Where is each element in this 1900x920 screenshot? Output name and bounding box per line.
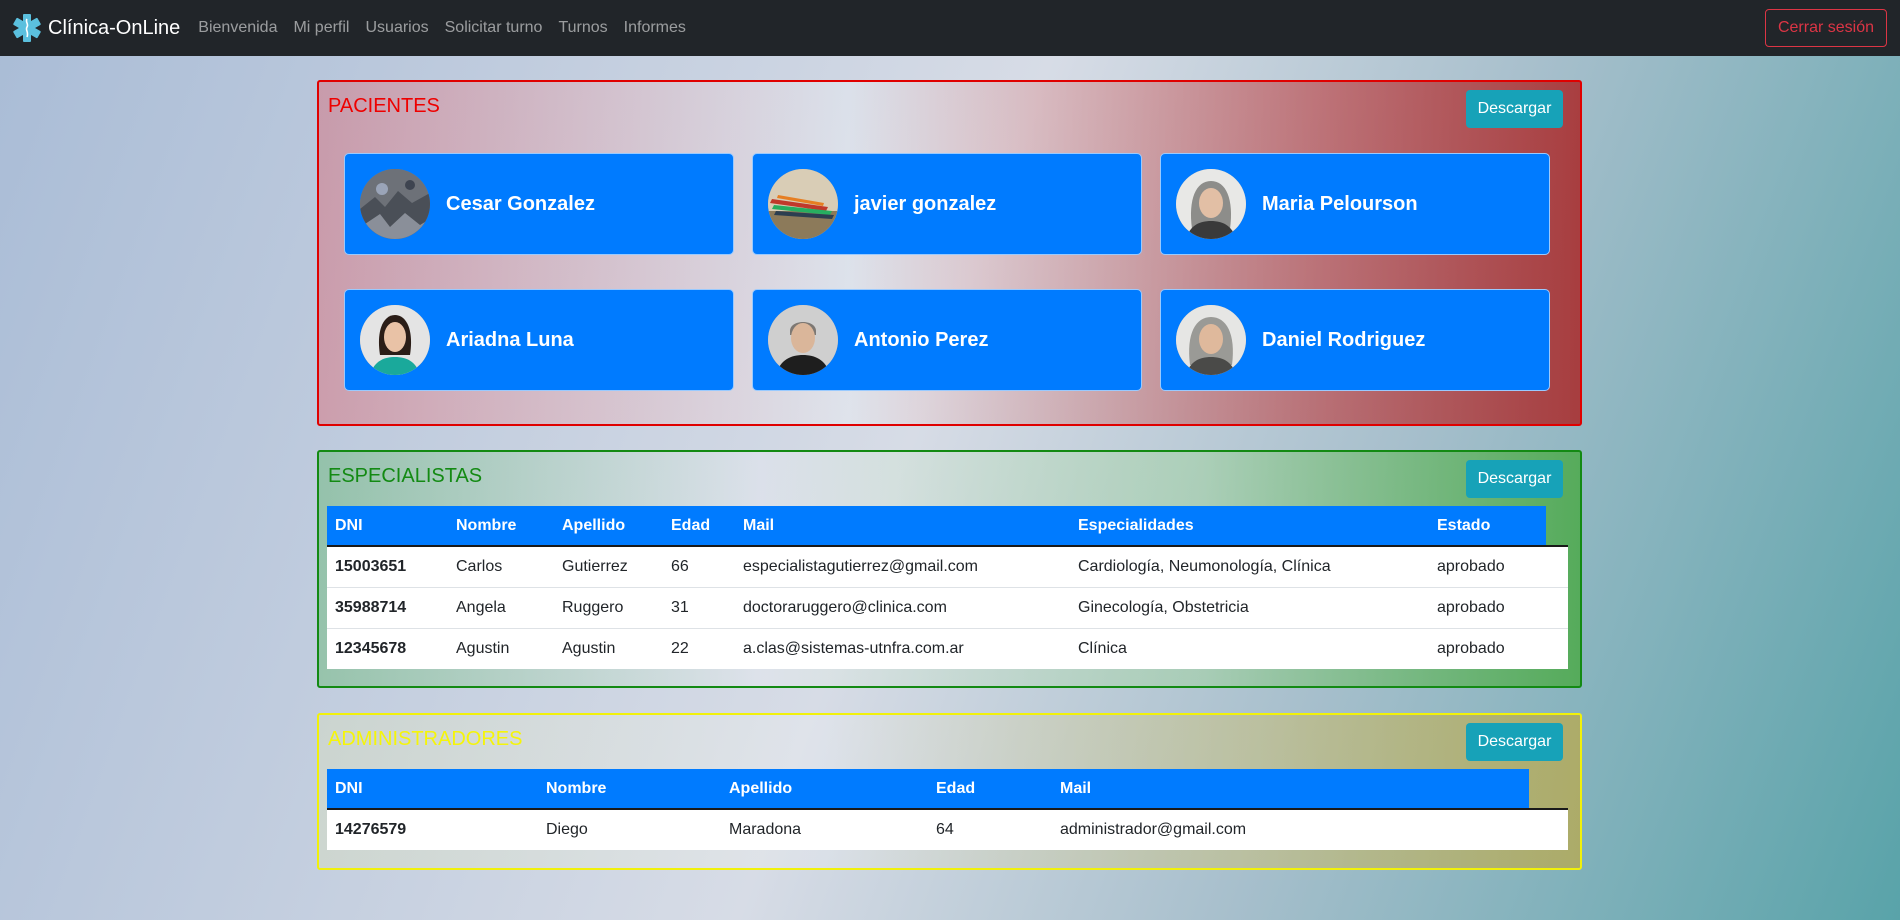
patient-name: javier gonzalez (854, 192, 997, 215)
avatar (768, 305, 838, 375)
brand-name: Clínica-OnLine (48, 16, 181, 39)
column-header-nombre: Nombre (448, 506, 554, 547)
administradores-download-button[interactable]: Descargar (1466, 723, 1563, 761)
patient-card[interactable]: Daniel Rodriguez (1160, 289, 1550, 391)
especialistas-title: ESPECIALISTAS (328, 465, 483, 487)
administradores-table: DNI Nombre Apellido Edad Mail 14276579 D… (327, 769, 1568, 850)
column-header-dni: DNI (327, 769, 538, 810)
table-header-row: DNI Nombre Apellido Edad Mail Especialid… (327, 506, 1568, 547)
cell-nombre: Angela (448, 586, 554, 628)
column-header-estado: Estado (1429, 506, 1546, 547)
avatar (360, 305, 430, 375)
especialistas-table: DNI Nombre Apellido Edad Mail Especialid… (327, 506, 1568, 669)
patient-name: Cesar Gonzalez (446, 192, 595, 215)
column-header-dni: DNI (327, 506, 448, 547)
patient-card[interactable]: Cesar Gonzalez (344, 153, 734, 255)
column-header-edad: Edad (663, 506, 735, 547)
patient-grid: Cesar Gonzalez javier gonzalez Maria Pel… (344, 153, 1550, 391)
avatar (1176, 169, 1246, 239)
cell-edad: 22 (663, 627, 735, 669)
patient-card[interactable]: Ariadna Luna (344, 289, 734, 391)
column-header-nombre: Nombre (538, 769, 721, 810)
patient-card[interactable]: Antonio Perez (752, 289, 1142, 391)
patient-name: Antonio Perez (854, 328, 989, 351)
cell-mail: a.clas@sistemas-utnfra.com.ar (735, 627, 1070, 669)
cell-estado: aprobado (1429, 586, 1546, 628)
table-row: 15003651 Carlos Gutierrez 66 especialist… (327, 546, 1568, 587)
cell-spacer (1546, 627, 1568, 669)
brand-link[interactable]: Clínica-OnLine (12, 13, 180, 43)
medical-star-icon (13, 14, 41, 42)
avatar (768, 169, 838, 239)
logout-button[interactable]: Cerrar sesión (1764, 9, 1887, 47)
cell-especialidades: Ginecología, Obstetricia (1070, 586, 1429, 628)
cell-nombre: Agustin (448, 627, 554, 669)
column-header-apellido: Apellido (554, 506, 663, 547)
cell-dni: 14276579 (335, 821, 407, 838)
cell-nombre: Carlos (456, 557, 503, 575)
header-spacer (1529, 769, 1568, 810)
administradores-section: ADMINISTRADORES Descargar DNI Nombre Ape… (317, 713, 1582, 870)
cell-dni: 35988714 (327, 586, 448, 628)
cell-estado: aprobado (1437, 557, 1505, 575)
nav-links: Bienvenida Mi perfil Usuarios Solicitar … (198, 19, 702, 37)
column-header-edad: Edad (928, 769, 1052, 810)
patient-card[interactable]: Maria Pelourson (1160, 153, 1550, 255)
cell-estado: aprobado (1429, 627, 1546, 669)
cell-apellido: Ruggero (554, 586, 663, 628)
navbar: Clínica-OnLine Bienvenida Mi perfil Usua… (0, 0, 1900, 56)
especialistas-download-button[interactable]: Descargar (1466, 460, 1563, 498)
cell-mail: especialistagutierrez@gmail.com (743, 557, 978, 575)
administradores-title: ADMINISTRADORES (328, 728, 523, 750)
cell-spacer (1529, 809, 1568, 850)
table-header-row: DNI Nombre Apellido Edad Mail (327, 769, 1568, 810)
header-spacer (1546, 506, 1568, 547)
cell-spacer (1546, 546, 1568, 587)
cell-dni: 12345678 (327, 627, 448, 669)
column-header-especialidades: Especialidades (1070, 506, 1429, 547)
nav-link-bienvenida[interactable]: Bienvenida (198, 19, 277, 37)
nav-link-solicitar-turno[interactable]: Solicitar turno (445, 19, 543, 37)
patient-name: Ariadna Luna (446, 328, 574, 351)
cell-especialidades: Cardiología, Neumonología, Clínica (1078, 557, 1331, 575)
cell-nombre: Diego (546, 821, 588, 838)
nav-link-informes[interactable]: Informes (624, 19, 686, 37)
cell-edad: 66 (671, 557, 689, 575)
cell-especialidades: Clínica (1070, 627, 1429, 669)
patient-name: Daniel Rodriguez (1262, 328, 1426, 351)
nav-link-mi-perfil[interactable]: Mi perfil (293, 19, 349, 37)
especialistas-section: ESPECIALISTAS Descargar DNI Nombre Apell… (317, 450, 1582, 688)
patient-card[interactable]: javier gonzalez (752, 153, 1142, 255)
patient-name: Maria Pelourson (1262, 192, 1418, 215)
avatar (360, 169, 430, 239)
cell-mail: administrador@gmail.com (1060, 821, 1247, 838)
avatar (1176, 305, 1246, 375)
column-header-apellido: Apellido (721, 769, 928, 810)
cell-apellido: Maradona (729, 821, 802, 838)
cell-apellido: Gutierrez (562, 557, 628, 575)
cell-apellido: Agustin (554, 627, 663, 669)
cell-mail: doctoraruggero@clinica.com (735, 586, 1070, 628)
table-row: 12345678 Agustin Agustin 22 a.clas@siste… (327, 627, 1568, 669)
nav-link-turnos[interactable]: Turnos (558, 19, 607, 37)
cell-dni: 15003651 (335, 557, 407, 575)
column-header-mail: Mail (1052, 769, 1529, 810)
cell-edad: 64 (936, 821, 954, 838)
cell-spacer (1546, 586, 1568, 628)
pacientes-title: PACIENTES (328, 95, 440, 117)
cell-edad: 31 (663, 586, 735, 628)
table-row: 35988714 Angela Ruggero 31 doctorarugger… (327, 586, 1568, 628)
pacientes-section: PACIENTES Descargar Cesar Gonzalez javie… (317, 80, 1582, 426)
table-row: 14276579 Diego Maradona 64 administrador… (327, 809, 1568, 850)
column-header-mail: Mail (735, 506, 1070, 547)
nav-link-usuarios[interactable]: Usuarios (365, 19, 428, 37)
pacientes-download-button[interactable]: Descargar (1466, 90, 1563, 128)
